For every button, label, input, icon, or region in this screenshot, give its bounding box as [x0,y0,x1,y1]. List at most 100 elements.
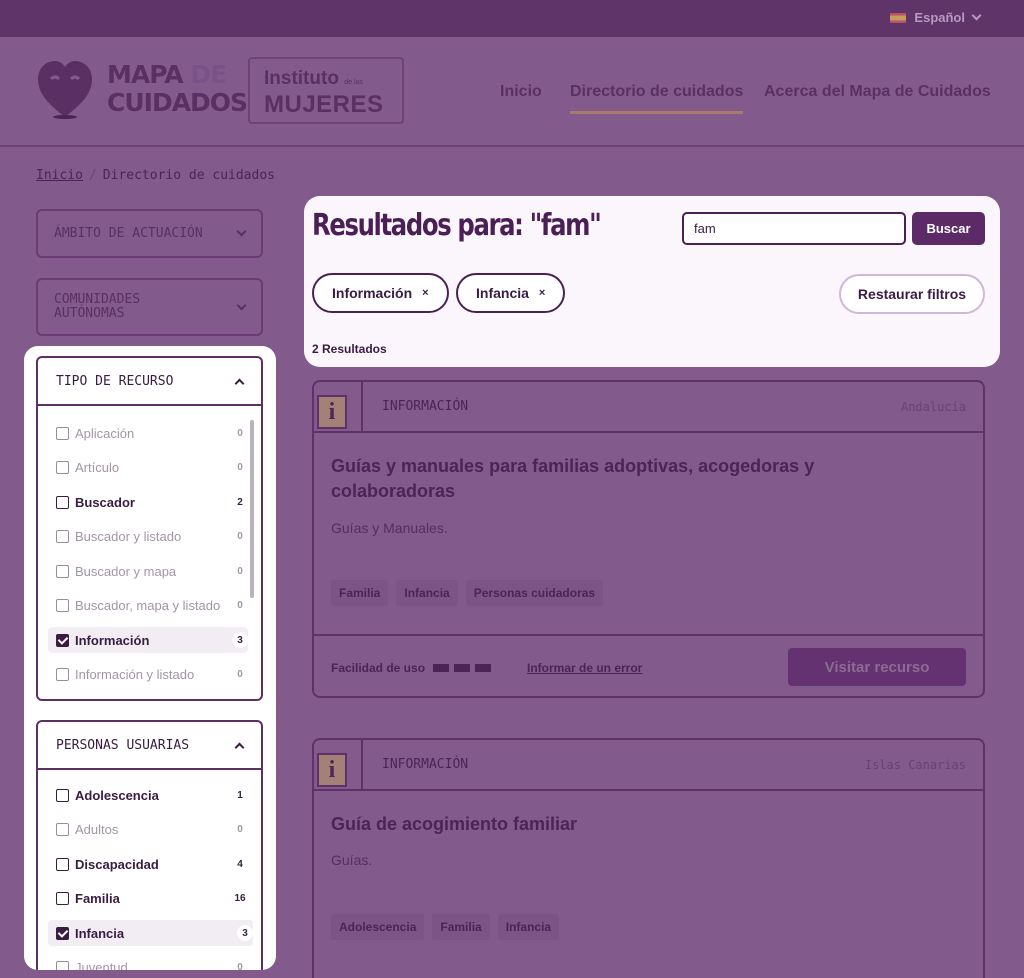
close-icon[interactable]: × [422,287,428,299]
chevron-up-icon [234,378,245,388]
language-selector[interactable]: Español [890,10,982,25]
tag: Familia [432,914,490,940]
breadcrumb-home[interactable]: Inicio [36,168,83,183]
option-label: Artículo [75,459,120,475]
checkbox-option[interactable]: Información 3 [48,627,248,653]
language-label: Español [914,10,965,25]
instituto-mujeres-logo[interactable]: Instituto de las MUJERES [248,57,404,124]
option-count: 3 [237,925,253,941]
result-card: i INFORMACIÓN Andalucía Guías y manuales… [312,380,985,698]
option-label: Buscador [75,494,135,510]
option-count: 16 [232,890,248,906]
checkbox[interactable] [56,495,69,509]
nav-inicio[interactable]: Inicio [500,83,542,101]
nav-acerca[interactable]: Acerca del Mapa de Cuidados [764,83,991,101]
checkbox[interactable] [56,822,69,836]
option-label: Aplicación [75,425,135,441]
option-count: 0 [232,425,248,441]
option-label: Buscador, mapa y listado [75,597,221,613]
checkbox-option[interactable]: Aplicación 0 [48,420,248,446]
card-header: i INFORMACIÓN Islas Canarias [314,740,983,791]
checkbox-checked[interactable] [56,926,69,940]
checkbox-option[interactable]: Discapacidad 4 [48,851,248,877]
visit-resource-button[interactable]: Visitar recurso [788,648,966,686]
option-label: Juventud [75,959,128,971]
tag: Infancia [396,580,458,606]
checkbox[interactable] [56,529,69,543]
option-count: 0 [232,597,248,613]
institute-line1: Instituto [264,68,339,89]
checkbox[interactable] [56,667,69,681]
option-count: 4 [232,856,248,872]
heart-logo-icon[interactable] [36,59,94,119]
chevron-down-icon [236,300,247,310]
site-header: MAPA DE CUIDADOS Instituto de las MUJERE… [0,37,1024,147]
breadcrumb-separator: / [88,168,97,183]
results-title: Resultados para: "fam" [312,208,602,243]
checkbox-option[interactable]: Adolescencia 1 [48,782,248,808]
checkbox[interactable] [56,891,69,905]
option-count: 0 [232,459,248,475]
chip-label: Infancia [476,285,529,301]
filter-tipo-title: TIPO DE RECURSO [56,373,174,389]
logo-word-cuidados: CUIDADOS [107,88,248,117]
filter-personas-header[interactable]: PERSONAS USUARIAS [38,722,261,770]
option-label: Discapacidad [75,856,159,872]
filter-ambito[interactable]: ÁMBITO DE ACTUACIÓN [36,209,263,258]
checkbox[interactable] [56,426,69,440]
search-button[interactable]: Buscar [912,212,985,245]
filter-chip-infancia[interactable]: Infancia × [456,273,566,313]
checkbox-checked[interactable] [56,633,69,647]
checkbox[interactable] [56,460,69,474]
breadcrumb-current: Directorio de cuidados [102,168,275,183]
info-icon: i [317,395,347,429]
info-tile: i [314,740,363,789]
option-label: Información y listado [75,666,195,682]
checkbox-option[interactable]: Artículo 0 [48,454,248,480]
checkbox[interactable] [56,857,69,871]
checkbox-option[interactable]: Buscador, mapa y listado 0 [48,592,248,618]
checkbox-option[interactable]: Familia 16 [48,885,248,911]
site-logo[interactable]: MAPA DE CUIDADOS [107,61,248,117]
option-count: 1 [232,787,248,803]
checkbox-option[interactable]: Buscador y listado 0 [48,523,248,549]
checkbox-option[interactable]: Adultos 0 [48,816,248,842]
institute-small: de las [344,79,363,86]
card-footer: Facilidad de uso Informar de un error Vi… [314,634,983,696]
filter-chip-informacion[interactable]: Información × [312,273,449,313]
ease-of-use: Facilidad de uso [331,661,492,675]
filter-ambito-label: ÁMBITO DE ACTUACIÓN [54,226,203,241]
rating-bar [433,664,450,672]
option-label: Información [75,632,150,648]
search-input[interactable] [682,212,906,245]
checkbox[interactable] [56,788,69,802]
checkbox-option[interactable]: Infancia 3 [48,920,253,946]
card-title[interactable]: Guías y manuales para familias adoptivas… [331,454,871,504]
filter-comunidades[interactable]: COMUNIDADES AUTÓNOMAS [36,278,263,336]
checkbox-option[interactable]: Buscador y mapa 0 [48,558,248,584]
card-title[interactable]: Guía de acogimiento familiar [331,812,871,837]
card-tags: Adolescencia Familia Infancia [331,914,560,940]
filter-tipo-header[interactable]: TIPO DE RECURSO [38,358,261,406]
tag: Familia [331,580,389,606]
option-count: 2 [232,494,248,510]
checkbox-option[interactable]: Juventud 0 [48,954,248,970]
reset-filters-button[interactable]: Restaurar filtros [839,274,985,314]
chevron-up-icon [234,742,245,752]
checkbox[interactable] [56,960,69,970]
checkbox[interactable] [56,564,69,578]
nav-directorio[interactable]: Directorio de cuidados [570,83,744,114]
card-header: i INFORMACIÓN Andalucía [314,382,983,433]
checkbox-option[interactable]: Buscador 2 [48,489,248,515]
report-error-link[interactable]: Informar de un error [527,661,642,675]
filter-personas-title: PERSONAS USUARIAS [56,737,190,753]
close-icon[interactable]: × [539,287,545,299]
scrollbar[interactable] [250,420,254,598]
card-region: Islas Canarias [864,758,966,772]
checkbox[interactable] [56,598,69,612]
option-label: Adultos [75,821,119,837]
checkbox-option[interactable]: Información y listado 0 [48,661,248,687]
tag: Personas cuidadoras [465,580,604,606]
ease-label: Facilidad de uso [331,661,426,675]
card-tags: Familia Infancia Personas cuidadoras [331,580,604,606]
